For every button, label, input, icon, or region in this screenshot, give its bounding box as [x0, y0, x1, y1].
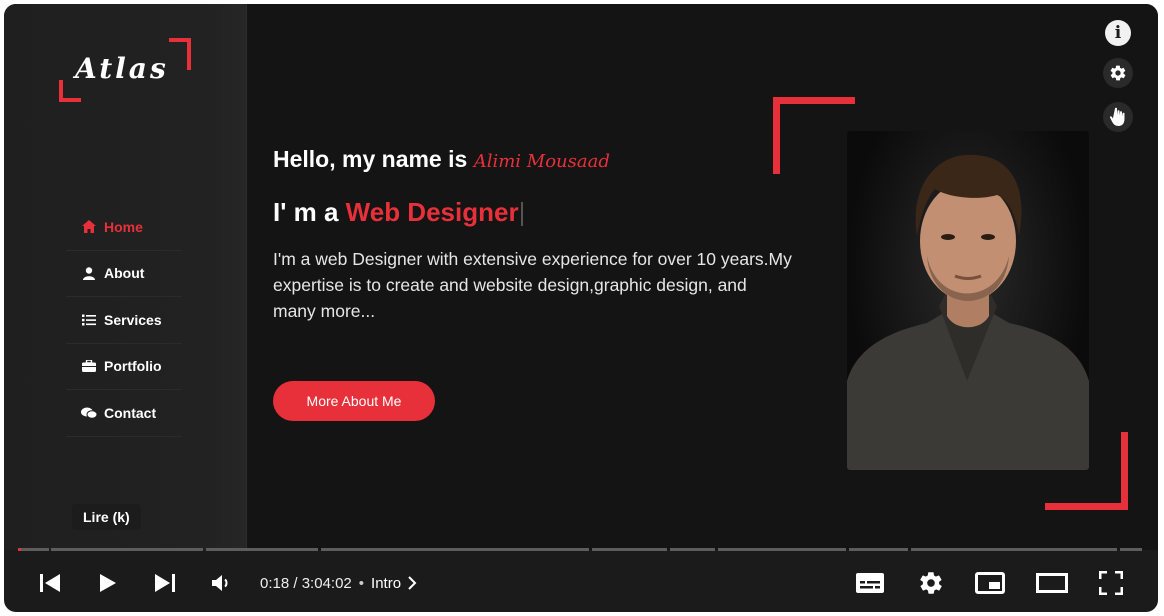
- logo-text: Atlas: [75, 52, 169, 85]
- video-frame-content: Hello, my name is Alimi Mousaad I' m a W…: [247, 4, 1158, 550]
- nav-item-services: Services: [66, 297, 182, 344]
- nav-label-home: Home: [104, 218, 143, 235]
- role-prefix: I' m a: [273, 197, 339, 227]
- more-about-me-button: More About Me: [273, 381, 435, 421]
- chapter-segment[interactable]: [670, 548, 715, 551]
- volume-icon[interactable]: [206, 568, 238, 598]
- user-icon: [74, 251, 104, 297]
- role-heading: I' m a Web Designer: [273, 197, 523, 228]
- video-sidebar: Atlas Home About Services Portfolio Cont…: [4, 4, 247, 550]
- player-settings-icon[interactable]: [914, 568, 948, 598]
- time-separator: /: [289, 574, 302, 592]
- miniplayer-icon[interactable]: [972, 568, 1008, 598]
- nav-item-about: About: [66, 251, 182, 297]
- current-time: 0:18: [260, 574, 290, 592]
- nav-label-services: Services: [104, 311, 162, 328]
- briefcase-icon: [74, 344, 104, 390]
- settings-icon[interactable]: [1103, 58, 1133, 88]
- progress-bar[interactable]: [18, 548, 1142, 551]
- greeting-text: Hello, my name is: [273, 146, 468, 172]
- logo: Atlas: [59, 38, 191, 102]
- chapter-segment[interactable]: [849, 548, 908, 551]
- duration: 3:04:02: [301, 574, 352, 592]
- chapter-title[interactable]: Intro: [371, 575, 401, 592]
- chapter-segment[interactable]: [18, 548, 49, 551]
- info-icon[interactable]: i: [1105, 20, 1131, 46]
- chapter-segment[interactable]: [718, 548, 846, 551]
- next-icon[interactable]: [149, 568, 181, 598]
- play-icon[interactable]: [92, 568, 124, 598]
- subtitles-icon[interactable]: [852, 568, 888, 598]
- nav-label-portfolio: Portfolio: [104, 358, 162, 375]
- video-player[interactable]: Atlas Home About Services Portfolio Cont…: [4, 4, 1158, 612]
- chapter-segment[interactable]: [206, 548, 318, 551]
- site-nav: Home About Services Portfolio Contact: [66, 204, 182, 437]
- hand-cursor-icon[interactable]: [1103, 102, 1133, 132]
- play-tooltip: Lire (k): [72, 504, 141, 530]
- chapter-segment[interactable]: [321, 548, 589, 551]
- nav-item-home: Home: [66, 204, 182, 251]
- time-display: 0:18 / 3:04:02 • Intro: [260, 560, 417, 606]
- chapter-segment[interactable]: [51, 548, 203, 551]
- greeting-heading: Hello, my name is Alimi Mousaad: [273, 146, 610, 173]
- role-title: Web Designer: [345, 197, 519, 227]
- nav-item-contact: Contact: [66, 390, 182, 437]
- nav-item-portfolio: Portfolio: [66, 344, 182, 390]
- list-icon: [74, 297, 104, 343]
- separator-dot: •: [358, 574, 365, 592]
- portrait-photo: [847, 131, 1089, 470]
- photo-bracket-top-left: [773, 97, 855, 174]
- nav-label-contact: Contact: [104, 404, 157, 421]
- theater-mode-icon[interactable]: [1032, 568, 1072, 598]
- fullscreen-icon[interactable]: [1094, 568, 1128, 598]
- progress-played: [18, 548, 21, 551]
- chapter-segment[interactable]: [1120, 548, 1142, 551]
- chevron-right-icon[interactable]: [407, 576, 417, 590]
- home-icon: [74, 204, 104, 250]
- comments-icon: [74, 390, 104, 436]
- chapter-segment[interactable]: [592, 548, 667, 551]
- greeting-name: Alimi Mousaad: [473, 151, 610, 172]
- nav-label-about: About: [104, 265, 145, 282]
- typing-cursor: [520, 202, 523, 227]
- player-controls: 0:18 / 3:04:02 • Intro: [4, 560, 1158, 606]
- logo-corner-top-right: [169, 38, 191, 70]
- hero-description: I'm a web Designer with extensive experi…: [273, 249, 792, 321]
- previous-icon[interactable]: [34, 568, 66, 598]
- chapter-segment[interactable]: [911, 548, 1117, 551]
